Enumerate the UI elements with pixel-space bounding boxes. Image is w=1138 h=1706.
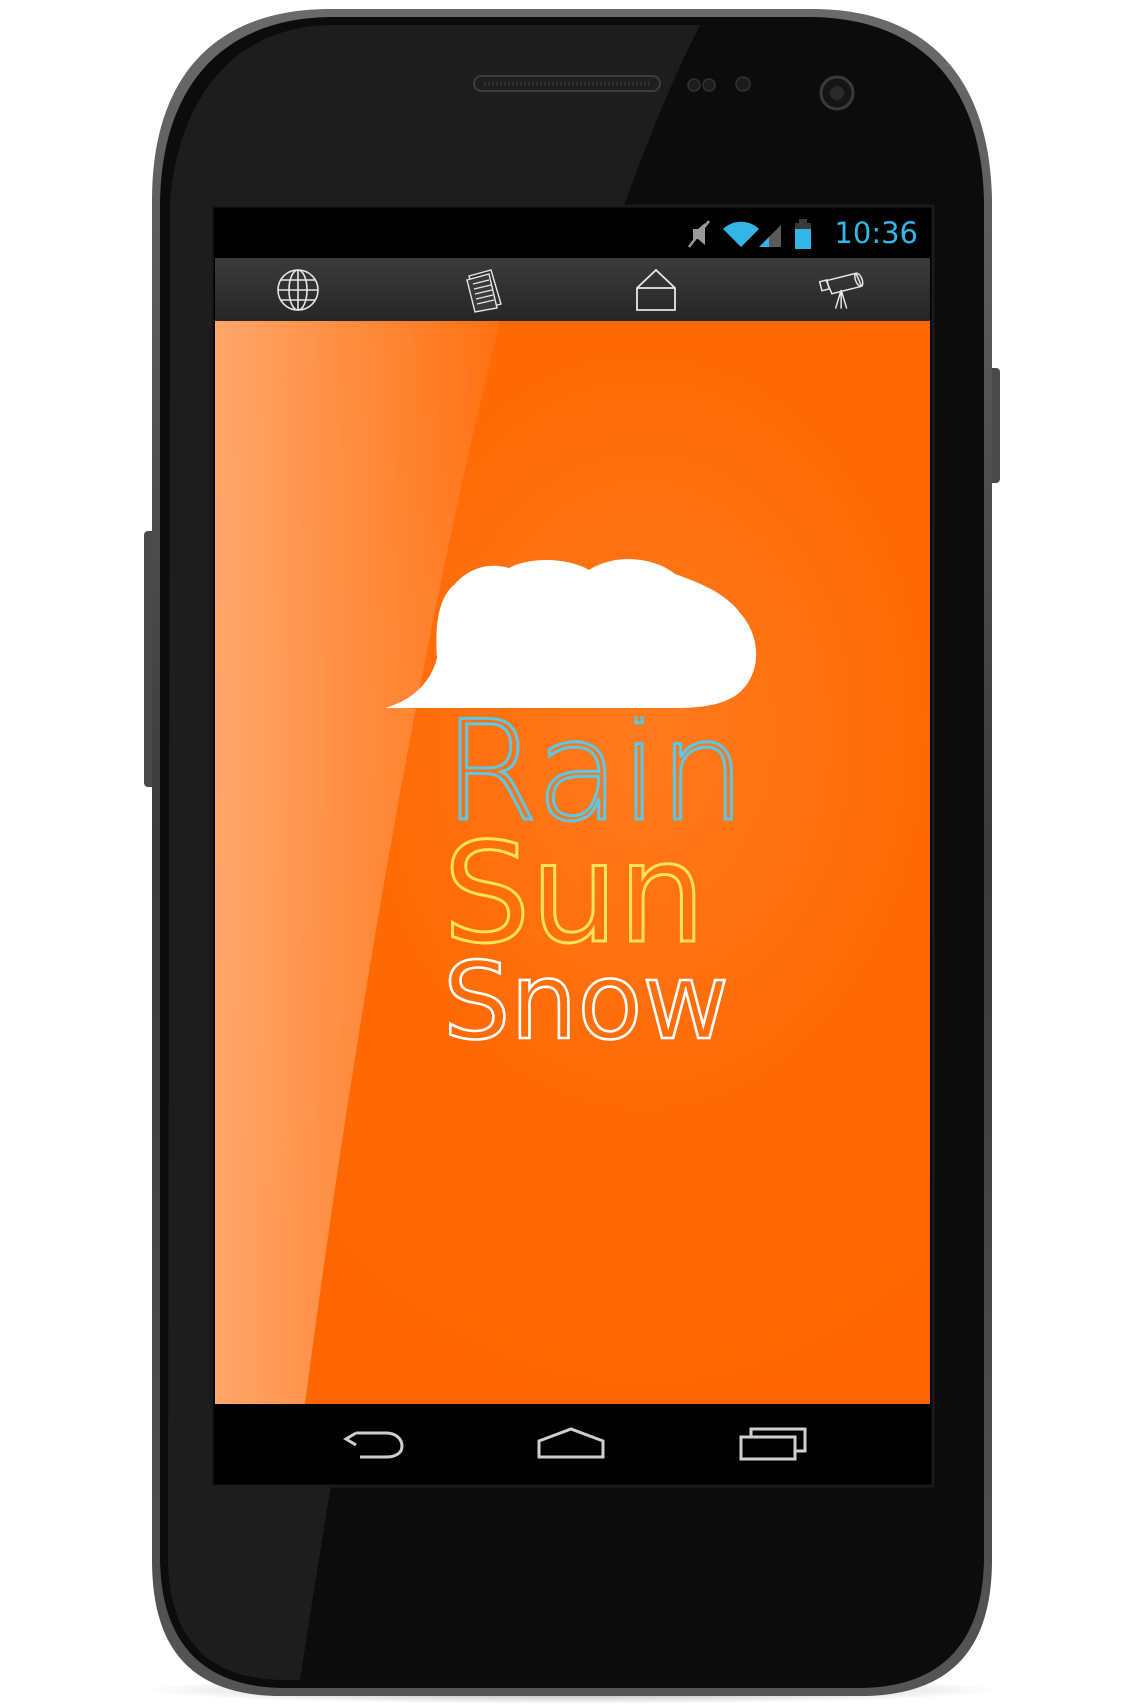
toolbar-telescope-button[interactable] (817, 264, 869, 316)
back-icon (343, 1431, 404, 1459)
cloud-icon (385, 559, 757, 708)
nav-back-button[interactable] (332, 1418, 412, 1468)
toolbar-globe-button[interactable] (272, 264, 324, 316)
status-icons (688, 219, 811, 249)
navigation-bar (215, 1404, 930, 1483)
toolbar-document-button[interactable] (459, 264, 511, 316)
word-snow: Snow (443, 940, 729, 1046)
wifi-icon (723, 221, 759, 247)
mute-icon (688, 220, 710, 248)
toolbar-house-button[interactable] (630, 264, 682, 316)
status-time: 10:36 (834, 216, 918, 250)
house-icon (636, 268, 676, 311)
splash-content: Rain Sun Snow (215, 321, 930, 1404)
signal-icon (759, 225, 781, 247)
nav-home-button[interactable] (531, 1418, 611, 1468)
recent-apps-icon (739, 1427, 807, 1461)
globe-icon (277, 269, 319, 311)
telescope-icon (818, 272, 864, 309)
phone-screen: 10:36 Rain Sun Snow (215, 209, 930, 1483)
phone-mockup: 10:36 Rain Sun Snow (0, 0, 1138, 1706)
status-bar: 10:36 (215, 209, 930, 258)
nav-recent-apps-button[interactable] (733, 1418, 813, 1468)
home-icon (537, 1427, 605, 1459)
document-icon (466, 269, 502, 313)
battery-icon (795, 219, 811, 249)
top-toolbar (215, 258, 930, 321)
brand-text: Rain Sun Snow (443, 716, 743, 1046)
